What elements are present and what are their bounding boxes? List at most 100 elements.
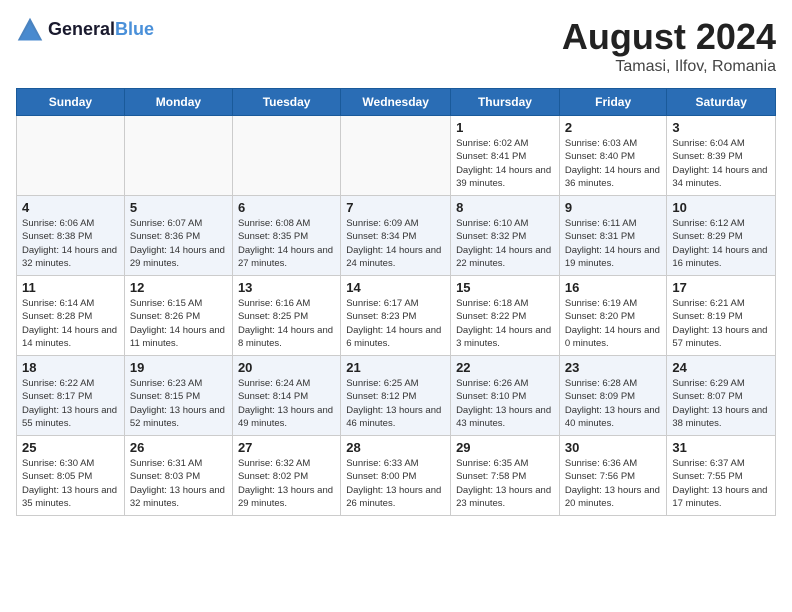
calendar-cell (124, 116, 232, 196)
day-info: Sunrise: 6:37 AM Sunset: 7:55 PM Dayligh… (672, 457, 770, 510)
day-info: Sunrise: 6:19 AM Sunset: 8:20 PM Dayligh… (565, 297, 662, 350)
calendar-week-1: 1 Sunrise: 6:02 AM Sunset: 8:41 PM Daylig… (17, 116, 776, 196)
day-number: 16 (565, 280, 662, 295)
day-number: 27 (238, 440, 335, 455)
weekday-header-saturday: Saturday (667, 89, 776, 116)
day-number: 2 (565, 120, 662, 135)
calendar-cell: 17Sunrise: 6:21 AM Sunset: 8:19 PM Dayli… (667, 276, 776, 356)
calendar-cell: 25 Sunrise: 6:30 AM Sunset: 8:05 PM Dayli… (17, 436, 125, 516)
weekday-header-monday: Monday (124, 89, 232, 116)
day-number: 13 (238, 280, 335, 295)
day-number: 24 (672, 360, 770, 375)
calendar-cell: 20 Sunrise: 6:24 AM Sunset: 8:14 PM Dayli… (232, 356, 340, 436)
page-header: GeneralBlue August 2024 Tamasi, Ilfov, R… (16, 16, 776, 76)
weekday-header-wednesday: Wednesday (341, 89, 451, 116)
calendar-cell: 4 Sunrise: 6:06 AM Sunset: 8:38 PM Daylig… (17, 196, 125, 276)
calendar-cell: 6 Sunrise: 6:08 AM Sunset: 8:35 PM Daylig… (232, 196, 340, 276)
day-info: Sunrise: 6:12 AM Sunset: 8:29 PM Dayligh… (672, 217, 770, 270)
day-info: Sunrise: 6:35 AM Sunset: 7:58 PM Dayligh… (456, 457, 554, 510)
day-number: 21 (346, 360, 445, 375)
day-number: 11 (22, 280, 119, 295)
calendar-cell: 27Sunrise: 6:32 AM Sunset: 8:02 PM Dayli… (232, 436, 340, 516)
day-info: Sunrise: 6:03 AM Sunset: 8:40 PM Dayligh… (565, 137, 662, 190)
day-info: Sunrise: 6:24 AM Sunset: 8:14 PM Dayligh… (238, 377, 335, 430)
day-number: 18 (22, 360, 119, 375)
day-info: Sunrise: 6:02 AM Sunset: 8:41 PM Dayligh… (456, 137, 554, 190)
location: Tamasi, Ilfov, Romania (562, 58, 776, 76)
calendar-cell: 31 Sunrise: 6:37 AM Sunset: 7:55 PM Dayli… (667, 436, 776, 516)
day-info: Sunrise: 6:22 AM Sunset: 8:17 PM Dayligh… (22, 377, 119, 430)
calendar-week-4: 18 Sunrise: 6:22 AM Sunset: 8:17 PM Dayli… (17, 356, 776, 436)
day-number: 9 (565, 200, 662, 215)
day-number: 25 (22, 440, 119, 455)
logo-icon (16, 16, 44, 44)
day-info: Sunrise: 6:30 AM Sunset: 8:05 PM Dayligh… (22, 457, 119, 510)
day-info: Sunrise: 6:36 AM Sunset: 7:56 PM Dayligh… (565, 457, 662, 510)
weekday-row: SundayMondayTuesdayWednesdayThursdayFrid… (17, 89, 776, 116)
calendar-cell: 19 Sunrise: 6:23 AM Sunset: 8:15 PM Dayli… (124, 356, 232, 436)
day-number: 3 (672, 120, 770, 135)
day-info: Sunrise: 6:09 AM Sunset: 8:34 PM Dayligh… (346, 217, 445, 270)
day-number: 28 (346, 440, 445, 455)
calendar-cell: 5 Sunrise: 6:07 AM Sunset: 8:36 PM Daylig… (124, 196, 232, 276)
calendar-cell: 16 Sunrise: 6:19 AM Sunset: 8:20 PM Dayli… (559, 276, 667, 356)
logo-text: GeneralBlue (48, 20, 154, 40)
day-number: 7 (346, 200, 445, 215)
calendar-cell: 7 Sunrise: 6:09 AM Sunset: 8:34 PM Daylig… (341, 196, 451, 276)
calendar-cell: 22Sunrise: 6:26 AM Sunset: 8:10 PM Dayli… (451, 356, 560, 436)
calendar-week-5: 25 Sunrise: 6:30 AM Sunset: 8:05 PM Dayli… (17, 436, 776, 516)
day-number: 31 (672, 440, 770, 455)
calendar-week-2: 4 Sunrise: 6:06 AM Sunset: 8:38 PM Daylig… (17, 196, 776, 276)
calendar-cell: 18 Sunrise: 6:22 AM Sunset: 8:17 PM Dayli… (17, 356, 125, 436)
day-info: Sunrise: 6:29 AM Sunset: 8:07 PM Dayligh… (672, 377, 770, 430)
day-number: 15 (456, 280, 554, 295)
calendar-cell (341, 116, 451, 196)
day-number: 29 (456, 440, 554, 455)
day-number: 6 (238, 200, 335, 215)
calendar-cell: 29 Sunrise: 6:35 AM Sunset: 7:58 PM Dayli… (451, 436, 560, 516)
month-title: August 2024 (562, 16, 776, 58)
day-number: 23 (565, 360, 662, 375)
calendar-cell: 15Sunrise: 6:18 AM Sunset: 8:22 PM Dayli… (451, 276, 560, 356)
day-info: Sunrise: 6:07 AM Sunset: 8:36 PM Dayligh… (130, 217, 227, 270)
weekday-header-sunday: Sunday (17, 89, 125, 116)
day-info: Sunrise: 6:06 AM Sunset: 8:38 PM Dayligh… (22, 217, 119, 270)
day-number: 1 (456, 120, 554, 135)
calendar-cell: 14 Sunrise: 6:17 AM Sunset: 8:23 PM Dayli… (341, 276, 451, 356)
day-number: 8 (456, 200, 554, 215)
day-number: 12 (130, 280, 227, 295)
calendar-cell (17, 116, 125, 196)
day-info: Sunrise: 6:15 AM Sunset: 8:26 PM Dayligh… (130, 297, 227, 350)
calendar-body: 1 Sunrise: 6:02 AM Sunset: 8:41 PM Daylig… (17, 116, 776, 516)
day-info: Sunrise: 6:23 AM Sunset: 8:15 PM Dayligh… (130, 377, 227, 430)
day-info: Sunrise: 6:04 AM Sunset: 8:39 PM Dayligh… (672, 137, 770, 190)
day-info: Sunrise: 6:17 AM Sunset: 8:23 PM Dayligh… (346, 297, 445, 350)
calendar-cell: 28Sunrise: 6:33 AM Sunset: 8:00 PM Dayli… (341, 436, 451, 516)
weekday-header-thursday: Thursday (451, 89, 560, 116)
calendar-table: SundayMondayTuesdayWednesdayThursdayFrid… (16, 88, 776, 516)
calendar-cell: 11 Sunrise: 6:14 AM Sunset: 8:28 PM Dayli… (17, 276, 125, 356)
day-number: 26 (130, 440, 227, 455)
day-number: 5 (130, 200, 227, 215)
calendar-cell: 24 Sunrise: 6:29 AM Sunset: 8:07 PM Dayli… (667, 356, 776, 436)
day-info: Sunrise: 6:31 AM Sunset: 8:03 PM Dayligh… (130, 457, 227, 510)
day-number: 4 (22, 200, 119, 215)
day-number: 22 (456, 360, 554, 375)
day-number: 20 (238, 360, 335, 375)
calendar-cell (232, 116, 340, 196)
calendar-cell: 13Sunrise: 6:16 AM Sunset: 8:25 PM Dayli… (232, 276, 340, 356)
day-number: 10 (672, 200, 770, 215)
day-info: Sunrise: 6:08 AM Sunset: 8:35 PM Dayligh… (238, 217, 335, 270)
day-info: Sunrise: 6:14 AM Sunset: 8:28 PM Dayligh… (22, 297, 119, 350)
day-number: 14 (346, 280, 445, 295)
calendar-cell: 9 Sunrise: 6:11 AM Sunset: 8:31 PM Daylig… (559, 196, 667, 276)
day-number: 19 (130, 360, 227, 375)
calendar-week-3: 11 Sunrise: 6:14 AM Sunset: 8:28 PM Dayli… (17, 276, 776, 356)
calendar-cell: 10 Sunrise: 6:12 AM Sunset: 8:29 PM Dayli… (667, 196, 776, 276)
day-info: Sunrise: 6:11 AM Sunset: 8:31 PM Dayligh… (565, 217, 662, 270)
calendar-cell: 8Sunrise: 6:10 AM Sunset: 8:32 PM Daylig… (451, 196, 560, 276)
calendar-cell: 12 Sunrise: 6:15 AM Sunset: 8:26 PM Dayli… (124, 276, 232, 356)
day-info: Sunrise: 6:25 AM Sunset: 8:12 PM Dayligh… (346, 377, 445, 430)
calendar-cell: 3 Sunrise: 6:04 AM Sunset: 8:39 PM Daylig… (667, 116, 776, 196)
calendar-header: SundayMondayTuesdayWednesdayThursdayFrid… (17, 89, 776, 116)
